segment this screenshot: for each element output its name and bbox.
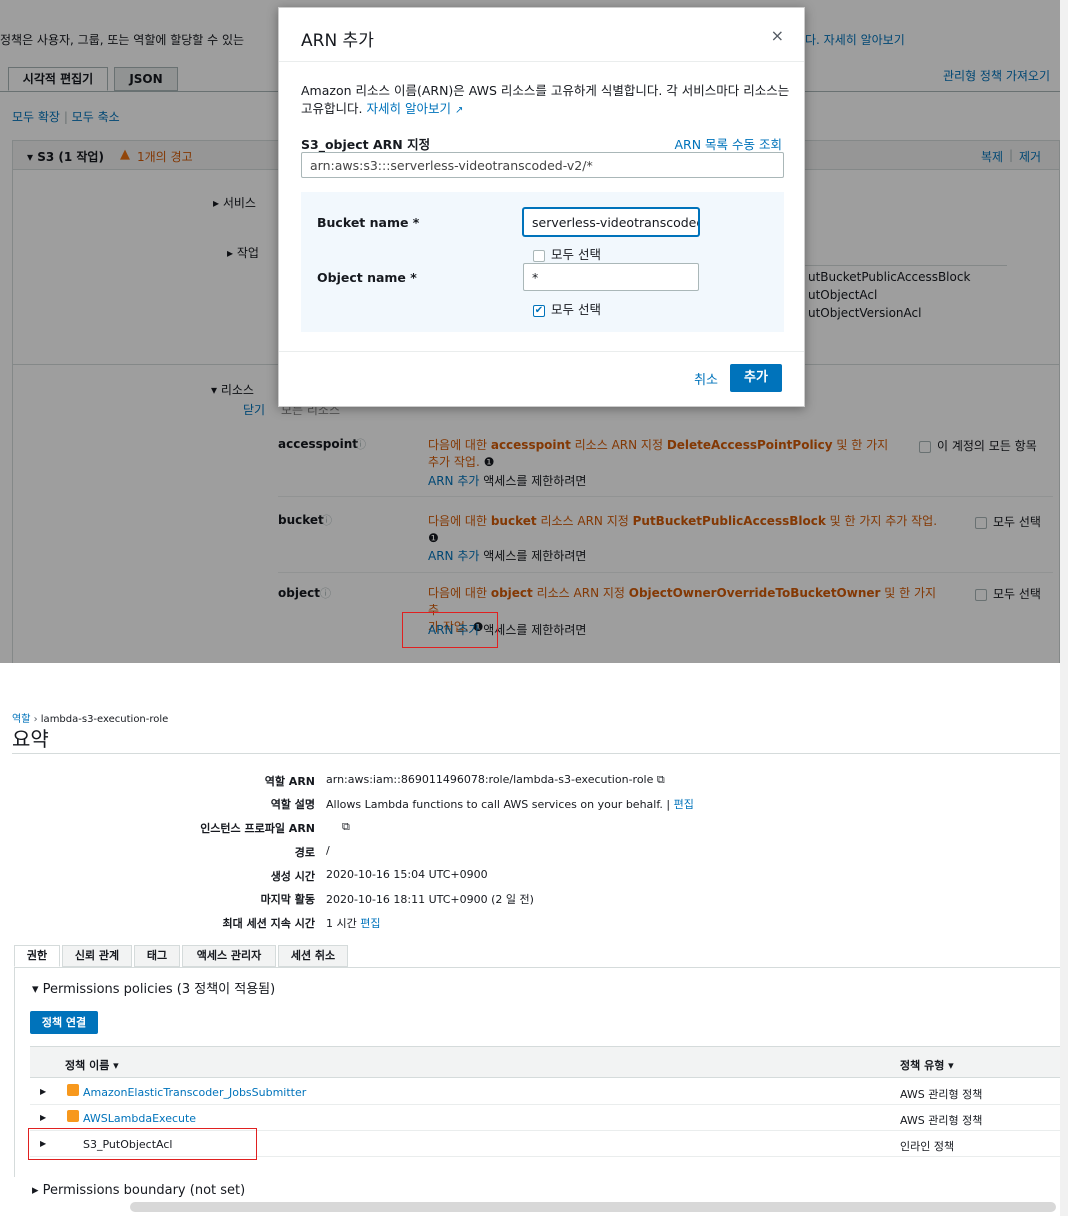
aws-managed-policy-icon xyxy=(67,1084,79,1096)
highlight-box xyxy=(402,612,498,648)
policy-type: AWS 관리형 정책 xyxy=(900,1088,983,1101)
attach-policy-button[interactable]: 정책 연결 xyxy=(30,1011,98,1034)
aws-managed-policy-icon xyxy=(67,1110,79,1122)
policy-row[interactable]: ▶ AmazonElasticTranscoder_JobsSubmitter … xyxy=(30,1079,1060,1105)
highlight-box xyxy=(28,1128,257,1160)
checkbox-label: 모두 선택 xyxy=(551,247,601,262)
field-value-created: 2020-10-16 15:04 UTC+0900 xyxy=(326,868,488,881)
external-link-icon: ↗ xyxy=(454,105,464,116)
object-select-all-checkbox[interactable]: ✔ xyxy=(533,304,545,317)
arn-input[interactable]: arn:aws:s3:::serverless-videotranscoded-… xyxy=(301,152,784,178)
col-policy-name[interactable]: 정책 이름 ▾ xyxy=(65,1057,119,1073)
tab-tags[interactable]: 태그 xyxy=(134,945,180,967)
object-name-input[interactable]: * xyxy=(523,263,699,291)
breadcrumb-current: lambda-s3-execution-role xyxy=(40,714,169,725)
copy-icon[interactable]: ⧉ xyxy=(657,773,665,786)
field-key: 생성 시간 xyxy=(270,870,315,883)
checkbox-label: 모두 선택 xyxy=(551,302,601,317)
permissions-boundary-toggle[interactable]: ▸ Permissions boundary (not set) xyxy=(32,1183,245,1198)
col-policy-type[interactable]: 정책 유형 ▾ xyxy=(900,1057,954,1073)
tab-revoke-sessions[interactable]: 세션 취소 xyxy=(278,945,348,967)
object-name-label: Object name * xyxy=(317,270,417,285)
field-value-description: Allows Lambda functions to call AWS serv… xyxy=(326,798,694,811)
horizontal-scrollbar[interactable] xyxy=(130,1202,1056,1212)
arn-label: S3_object ARN 지정 xyxy=(301,137,431,152)
policy-editor-screen: 정책은 사용자, 그룹, 또는 역할에 할당할 수 있는 다. 자세히 알아보기… xyxy=(0,0,1060,663)
bucket-name-input[interactable]: serverless-videotranscoded-v2 xyxy=(523,208,699,236)
expand-icon[interactable]: ▶ xyxy=(40,1113,46,1122)
page-title: 요약 xyxy=(12,727,49,751)
title-divider xyxy=(12,753,1060,754)
close-icon[interactable]: × xyxy=(771,26,784,45)
dialog-title: ARN 추가 xyxy=(279,8,804,62)
field-key: 경로 xyxy=(294,846,315,859)
bucket-select-all-checkbox[interactable] xyxy=(533,249,545,262)
dialog-description: Amazon 리소스 이름(ARN)은 AWS 리소스를 고유하게 식별합니다.… xyxy=(301,83,790,116)
arn-manual-link[interactable]: ARN 목록 수동 조회 xyxy=(674,134,782,153)
vertical-scrollbar[interactable] xyxy=(1060,0,1068,1216)
cancel-button[interactable]: 취소 xyxy=(694,369,718,388)
field-value-max-session: 1 시간 편집 xyxy=(326,917,381,930)
field-key: 역할 ARN xyxy=(264,775,315,788)
field-value-path: / xyxy=(326,844,330,857)
tab-trust-relationships[interactable]: 신뢰 관계 xyxy=(62,945,132,967)
add-button[interactable]: 추가 xyxy=(730,364,782,392)
learn-more-link[interactable]: 자세히 알아보기 xyxy=(366,101,450,116)
expand-icon[interactable]: ▶ xyxy=(40,1087,46,1096)
policy-name-link[interactable]: AWSLambdaExecute xyxy=(83,1112,196,1125)
tab-permissions[interactable]: 권한 xyxy=(14,945,60,967)
permissions-policies-toggle[interactable]: ▾ Permissions policies (3 정책이 적용됨) xyxy=(32,978,275,997)
field-value-role-arn: arn:aws:iam::869011496078:role/lambda-s3… xyxy=(326,773,665,786)
policy-type: AWS 관리형 정책 xyxy=(900,1114,983,1127)
add-arn-dialog: ARN 추가 × Amazon 리소스 이름(ARN)은 AWS 리소스를 고유… xyxy=(278,7,805,407)
field-key: 마지막 활동 xyxy=(260,893,315,906)
policy-table-header: 정책 이름 ▾ 정책 유형 ▾ xyxy=(30,1046,1060,1078)
copy-icon[interactable]: ⧉ xyxy=(342,820,350,834)
arn-builder-pane: Bucket name * serverless-videotranscoded… xyxy=(301,192,784,332)
field-key: 최대 세션 지속 시간 xyxy=(222,917,315,930)
field-key: 역할 설명 xyxy=(270,798,315,811)
policy-type: 인라인 정책 xyxy=(900,1140,955,1153)
edit-description-link[interactable]: 편집 xyxy=(674,798,694,811)
dialog-footer: 취소 추가 xyxy=(279,351,804,408)
field-value-last-activity: 2020-10-16 18:11 UTC+0900 (2 일 전) xyxy=(326,893,534,906)
edit-session-link[interactable]: 편집 xyxy=(360,917,380,930)
field-key: 인스턴스 프로파일 ARN xyxy=(200,822,315,835)
tab-access-advisor[interactable]: 액세스 관리자 xyxy=(182,945,276,967)
policy-name-link[interactable]: AmazonElasticTranscoder_JobsSubmitter xyxy=(83,1086,306,1099)
bucket-name-label: Bucket name * xyxy=(317,215,420,230)
